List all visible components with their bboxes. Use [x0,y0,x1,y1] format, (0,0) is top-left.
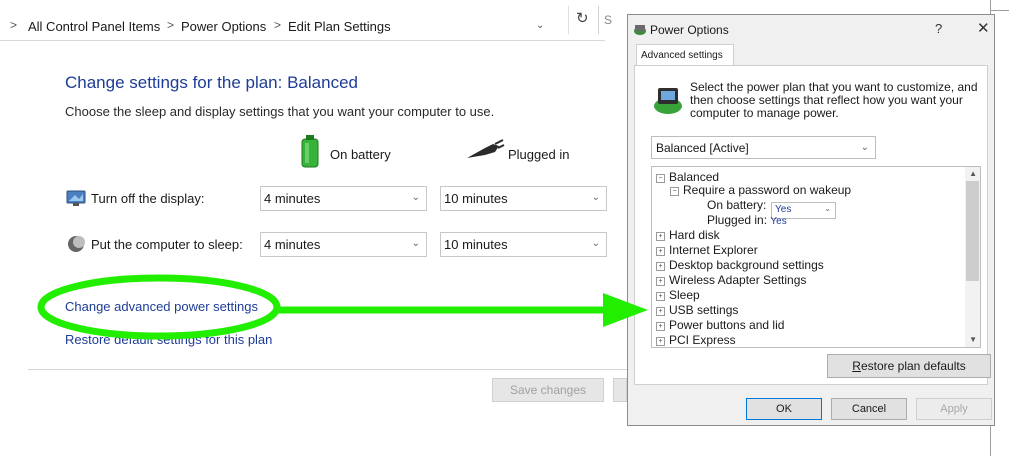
annotation-arrow-head [603,293,648,327]
annotation-overlay [37,274,648,340]
highlight-ellipse [37,274,281,340]
